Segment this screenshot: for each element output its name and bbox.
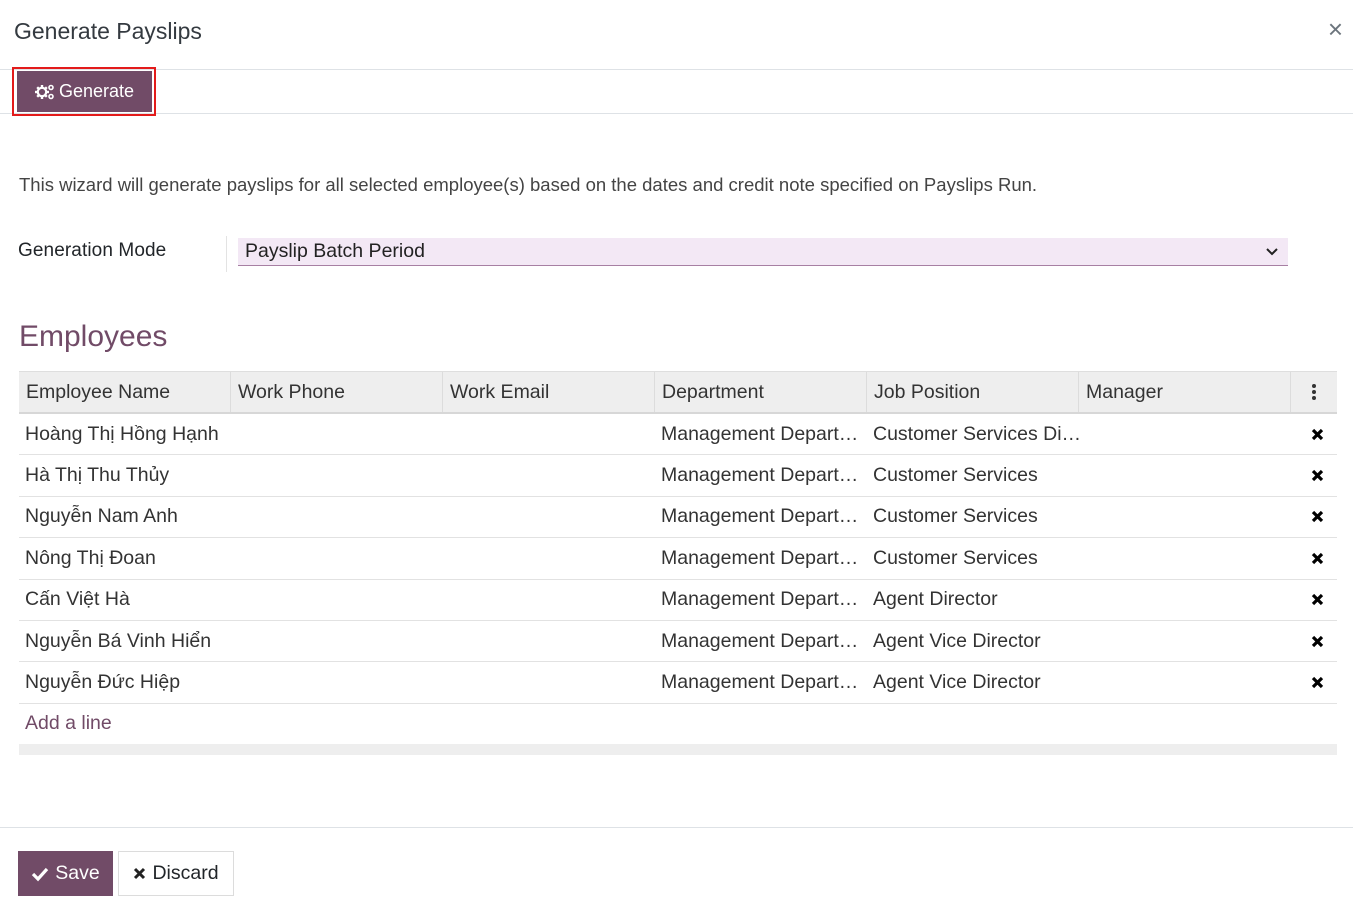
chevron-down-icon — [1266, 248, 1278, 256]
close-icon: × — [1327, 14, 1343, 44]
delete-icon — [1311, 552, 1323, 564]
close-icon — [134, 867, 146, 880]
delete-row-button[interactable] — [1291, 428, 1337, 441]
generation-mode-label-text: Generation Mode — [18, 240, 167, 261]
delete-icon — [1311, 469, 1323, 482]
employee-name-cell[interactable]: Nguyễn Nam Anh — [19, 505, 231, 528]
table-row[interactable]: Nguyễn Nam Anh Management Depart… Customer… — [19, 497, 1337, 539]
delete-icon — [1311, 676, 1323, 689]
optional-columns-toggle[interactable] — [1291, 372, 1337, 412]
delete-row-button[interactable] — [1291, 469, 1337, 482]
delete-icon — [1311, 428, 1323, 440]
job-position-cell[interactable]: Customer Services Di… — [867, 423, 1079, 446]
gears-icon — [34, 84, 54, 99]
employee-name-cell[interactable]: Cấn Việt Hà — [19, 588, 231, 611]
wizard-description: This wizard will generate payslips for a… — [19, 174, 1038, 195]
department-cell[interactable]: Management Depart… — [655, 423, 867, 446]
table-row[interactable]: Nguyễn Bá Vinh Hiển Management Depart… Age… — [19, 621, 1337, 663]
column-header-manager[interactable]: Manager — [1079, 372, 1291, 412]
check-icon — [32, 867, 49, 881]
column-header-work-phone[interactable]: Work Phone — [231, 372, 443, 412]
delete-row-button[interactable] — [1291, 635, 1337, 648]
delete-row-button[interactable] — [1291, 593, 1337, 606]
department-cell[interactable]: Management Depart… — [655, 630, 867, 653]
kebab-menu-icon — [1312, 384, 1316, 400]
delete-icon — [1311, 635, 1323, 647]
field-divider — [226, 236, 227, 272]
delete-row-button[interactable] — [1291, 510, 1337, 523]
job-position-cell[interactable]: Agent Vice Director — [867, 630, 1079, 653]
delete-icon — [1311, 511, 1323, 523]
department-cell[interactable]: Management Depart… — [655, 671, 867, 694]
table-row[interactable]: Nông Thị Đoan Management Depart… Customer … — [19, 538, 1337, 580]
discard-button[interactable]: Discard — [118, 851, 234, 896]
modal-title: Generate Payslips — [14, 18, 202, 44]
employees-table: Employee Name Work Phone Work Email Depa… — [19, 371, 1337, 755]
generation-mode-select[interactable]: Payslip Batch Period — [238, 238, 1288, 266]
table-body: Hoàng Thị Hồng Hạnh Management Depart… Cus… — [19, 414, 1337, 704]
employee-name-cell[interactable]: Nguyễn Đức Hiệp — [19, 671, 231, 694]
delete-icon — [1311, 594, 1323, 606]
save-button[interactable]: Save — [18, 851, 113, 896]
job-position-cell[interactable]: Customer Services — [867, 547, 1079, 570]
column-header-department[interactable]: Department — [655, 372, 867, 412]
column-header-job-position[interactable]: Job Position — [867, 372, 1079, 412]
close-button[interactable]: × — [1328, 16, 1343, 42]
table-row[interactable]: Nguyễn Đức Hiệp Management Depart… Agent V… — [19, 662, 1337, 704]
add-line-link[interactable]: Add a line — [19, 704, 1337, 744]
department-cell[interactable]: Management Depart… — [655, 505, 867, 528]
table-row[interactable]: Cấn Việt Hà Management Depart… Agent Direc… — [19, 580, 1337, 621]
generate-label: Generate — [58, 81, 135, 101]
modal-header: Generate Payslips × — [0, 0, 1353, 70]
employee-name-cell[interactable]: Nguyễn Bá Vinh Hiển — [19, 630, 231, 653]
table-header: Employee Name Work Phone Work Email Depa… — [19, 371, 1337, 414]
employee-name-cell[interactable]: Nông Thị Đoan — [19, 547, 231, 570]
department-cell[interactable]: Management Depart… — [655, 588, 867, 611]
generation-mode-label: Generation Mode — [18, 240, 166, 262]
job-position-cell[interactable]: Agent Director — [867, 588, 1079, 611]
employee-name-cell[interactable]: Hoàng Thị Hồng Hạnh — [19, 423, 231, 446]
table-row[interactable]: Hoàng Thị Hồng Hạnh Management Depart… Cus… — [19, 414, 1337, 456]
generation-mode-value: Payslip Batch Period — [245, 240, 425, 262]
column-header-employee-name[interactable]: Employee Name — [19, 372, 231, 412]
generate-button[interactable]: Generate — [17, 71, 152, 112]
delete-row-button[interactable] — [1291, 676, 1337, 689]
employees-section-title: Employees — [19, 320, 168, 353]
save-label: Save — [55, 862, 100, 884]
employee-name-cell[interactable]: Hà Thị Thu Thủy — [19, 464, 231, 487]
table-row[interactable]: Hà Thị Thu Thủy Management Depart… Custome… — [19, 455, 1337, 497]
column-header-work-email[interactable]: Work Email — [443, 372, 655, 412]
department-cell[interactable]: Management Depart… — [655, 464, 867, 487]
job-position-cell[interactable]: Agent Vice Director — [867, 671, 1079, 694]
job-position-cell[interactable]: Customer Services — [867, 464, 1079, 487]
discard-label: Discard — [152, 862, 219, 884]
table-footer — [19, 743, 1337, 755]
wizard-toolbar — [0, 70, 1353, 114]
department-cell[interactable]: Management Depart… — [655, 547, 867, 570]
delete-row-button[interactable] — [1291, 552, 1337, 565]
job-position-cell[interactable]: Customer Services — [867, 505, 1079, 528]
